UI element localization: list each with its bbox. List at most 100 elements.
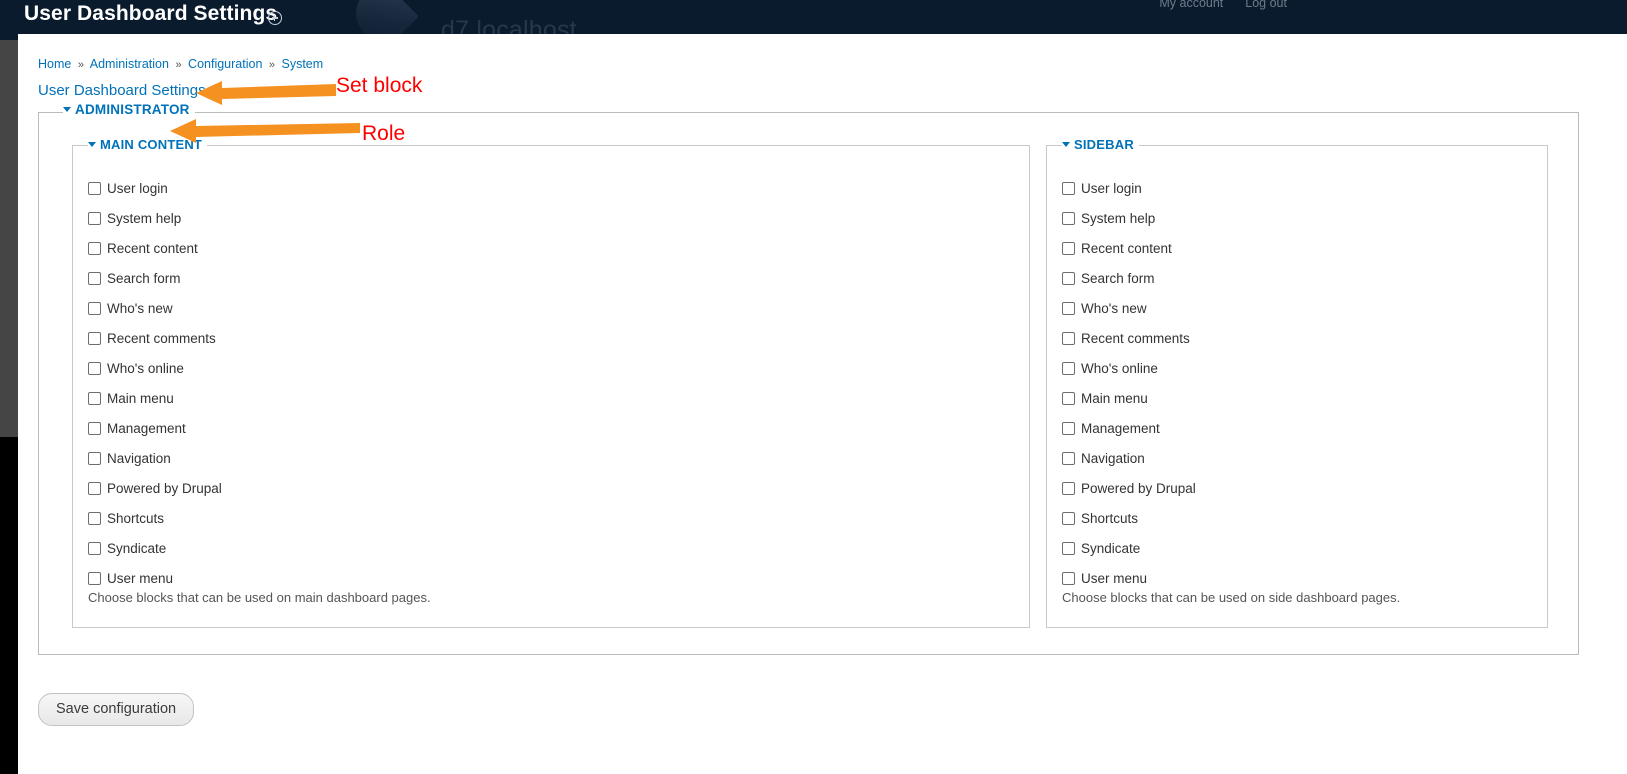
breadcrumb-separator: » <box>175 59 182 71</box>
checkbox-row[interactable]: Main menu <box>1062 383 1196 413</box>
sidebar-fieldset: SIDEBAR User login System help Recent co… <box>1046 137 1548 628</box>
checkbox-row[interactable]: Navigation <box>88 443 222 473</box>
checkbox-sidebar-whos-online[interactable] <box>1062 361 1075 375</box>
checkbox-system-help[interactable] <box>88 211 101 225</box>
checkbox-label: Shortcuts <box>1081 510 1139 526</box>
breadcrumb-item-configuration[interactable]: Configuration <box>188 57 262 71</box>
left-strip-black-segment <box>0 437 18 774</box>
checkbox-shortcuts[interactable] <box>88 511 101 525</box>
checkbox-row[interactable]: Powered by Drupal <box>88 473 222 503</box>
checkbox-label: Who's new <box>1081 300 1147 316</box>
user-links: My account Log out <box>1159 0 1287 10</box>
checkbox-row[interactable]: Powered by Drupal <box>1062 473 1196 503</box>
checkbox-sidebar-system-help[interactable] <box>1062 211 1075 225</box>
checkbox-label: Syndicate <box>107 540 167 556</box>
checkbox-recent-comments[interactable] <box>88 331 101 345</box>
main-content-description: Choose blocks that can be used on main d… <box>88 590 431 605</box>
checkbox-user-menu[interactable] <box>88 571 101 585</box>
checkbox-row[interactable]: Who's new <box>88 293 222 323</box>
checkbox-sidebar-search-form[interactable] <box>1062 271 1075 285</box>
checkbox-row[interactable]: System help <box>1062 203 1196 233</box>
checkbox-sidebar-management[interactable] <box>1062 421 1075 435</box>
checkbox-main-menu[interactable] <box>88 391 101 405</box>
checkbox-label: Management <box>1081 420 1160 436</box>
checkbox-label: Who's online <box>107 360 184 376</box>
checkbox-sidebar-powered-by-drupal[interactable] <box>1062 481 1075 495</box>
left-strip-navy-segment <box>0 0 18 40</box>
checkbox-navigation[interactable] <box>88 451 101 465</box>
checkbox-row[interactable]: Navigation <box>1062 443 1196 473</box>
checkbox-row[interactable]: Search form <box>88 263 222 293</box>
my-account-link[interactable]: My account <box>1159 0 1223 10</box>
checkbox-label: User menu <box>1081 570 1148 586</box>
checkbox-row[interactable]: User login <box>1062 173 1196 203</box>
checkbox-row[interactable]: Syndicate <box>1062 533 1196 563</box>
sidebar-fieldset-legend[interactable]: SIDEBAR <box>1062 137 1139 152</box>
checkbox-syndicate[interactable] <box>88 541 101 555</box>
checkbox-label: Powered by Drupal <box>107 480 222 496</box>
checkbox-row[interactable]: System help <box>88 203 222 233</box>
checkbox-label: Who's online <box>1081 360 1158 376</box>
checkbox-sidebar-recent-comments[interactable] <box>1062 331 1075 345</box>
save-configuration-button[interactable]: Save configuration <box>38 693 195 726</box>
checkbox-sidebar-syndicate[interactable] <box>1062 541 1075 555</box>
checkbox-label: User menu <box>107 570 174 586</box>
checkbox-search-form[interactable] <box>88 271 101 285</box>
checkbox-row[interactable]: Management <box>88 413 222 443</box>
checkbox-sidebar-user-menu[interactable] <box>1062 571 1075 585</box>
checkbox-row[interactable]: User login <box>88 173 222 203</box>
checkbox-sidebar-navigation[interactable] <box>1062 451 1075 465</box>
checkbox-row[interactable]: Search form <box>1062 263 1196 293</box>
main-content-fieldset: MAIN CONTENT User login System help Rece… <box>72 137 1030 628</box>
checkbox-sidebar-shortcuts[interactable] <box>1062 511 1075 525</box>
page-heading: User Dashboard Settings <box>38 82 206 99</box>
log-out-link[interactable]: Log out <box>1245 0 1287 10</box>
checkbox-row[interactable]: Management <box>1062 413 1196 443</box>
checkbox-label: Recent content <box>1081 240 1172 256</box>
sidebar-description: Choose blocks that can be used on side d… <box>1062 590 1401 605</box>
checkbox-powered-by-drupal[interactable] <box>88 481 101 495</box>
checkbox-row[interactable]: Recent content <box>1062 233 1196 263</box>
checkbox-row[interactable]: User menu <box>88 563 222 593</box>
checkbox-row[interactable]: Shortcuts <box>1062 503 1196 533</box>
checkbox-label: Powered by Drupal <box>1081 480 1196 496</box>
breadcrumb-item-home[interactable]: Home <box>38 57 71 71</box>
checkbox-row[interactable]: Shortcuts <box>88 503 222 533</box>
checkbox-row[interactable]: Who's new <box>1062 293 1196 323</box>
role-fieldset-legend-label: ADMINISTRATOR <box>75 102 190 117</box>
checkbox-label: Search form <box>107 270 181 286</box>
checkbox-sidebar-user-login[interactable] <box>1062 181 1075 195</box>
main-content-legend-label: MAIN CONTENT <box>100 137 203 152</box>
checkbox-row[interactable]: Recent comments <box>88 323 222 353</box>
checkbox-label: Who's new <box>107 300 173 316</box>
breadcrumb-separator: » <box>77 59 84 71</box>
breadcrumb-item-system[interactable]: System <box>282 57 324 71</box>
checkbox-row[interactable]: Main menu <box>88 383 222 413</box>
checkbox-recent-content[interactable] <box>88 241 101 255</box>
breadcrumb-separator: » <box>268 59 276 71</box>
checkbox-row[interactable]: Recent comments <box>1062 323 1196 353</box>
checkbox-row[interactable]: Who's online <box>88 353 222 383</box>
role-fieldset-legend[interactable]: ADMINISTRATOR <box>63 102 195 117</box>
breadcrumb: Home » Administration » Configuration » … <box>38 57 323 71</box>
checkbox-label: Shortcuts <box>107 510 165 526</box>
sidebar-checkbox-list: User login System help Recent content Se… <box>1062 173 1196 593</box>
checkbox-sidebar-whos-new[interactable] <box>1062 301 1075 315</box>
checkbox-management[interactable] <box>88 421 101 435</box>
checkbox-label: System help <box>1081 210 1156 226</box>
checkbox-sidebar-main-menu[interactable] <box>1062 391 1075 405</box>
checkbox-whos-new[interactable] <box>88 301 101 315</box>
checkbox-row[interactable]: Who's online <box>1062 353 1196 383</box>
plus-circle-icon[interactable] <box>268 11 282 25</box>
main-content-fieldset-legend[interactable]: MAIN CONTENT <box>88 137 208 152</box>
checkbox-sidebar-recent-content[interactable] <box>1062 241 1075 255</box>
checkbox-row[interactable]: User menu <box>1062 563 1196 593</box>
checkbox-row[interactable]: Syndicate <box>88 533 222 563</box>
checkbox-whos-online[interactable] <box>88 361 101 375</box>
checkbox-row[interactable]: Recent content <box>88 233 222 263</box>
role-fieldset: ADMINISTRATOR MAIN CONTENT User login Sy… <box>38 102 1579 655</box>
sidebar-legend-label: SIDEBAR <box>1074 137 1134 152</box>
checkbox-user-login[interactable] <box>88 181 101 195</box>
breadcrumb-item-administration[interactable]: Administration <box>90 57 169 71</box>
triangle-down-icon <box>63 106 71 112</box>
